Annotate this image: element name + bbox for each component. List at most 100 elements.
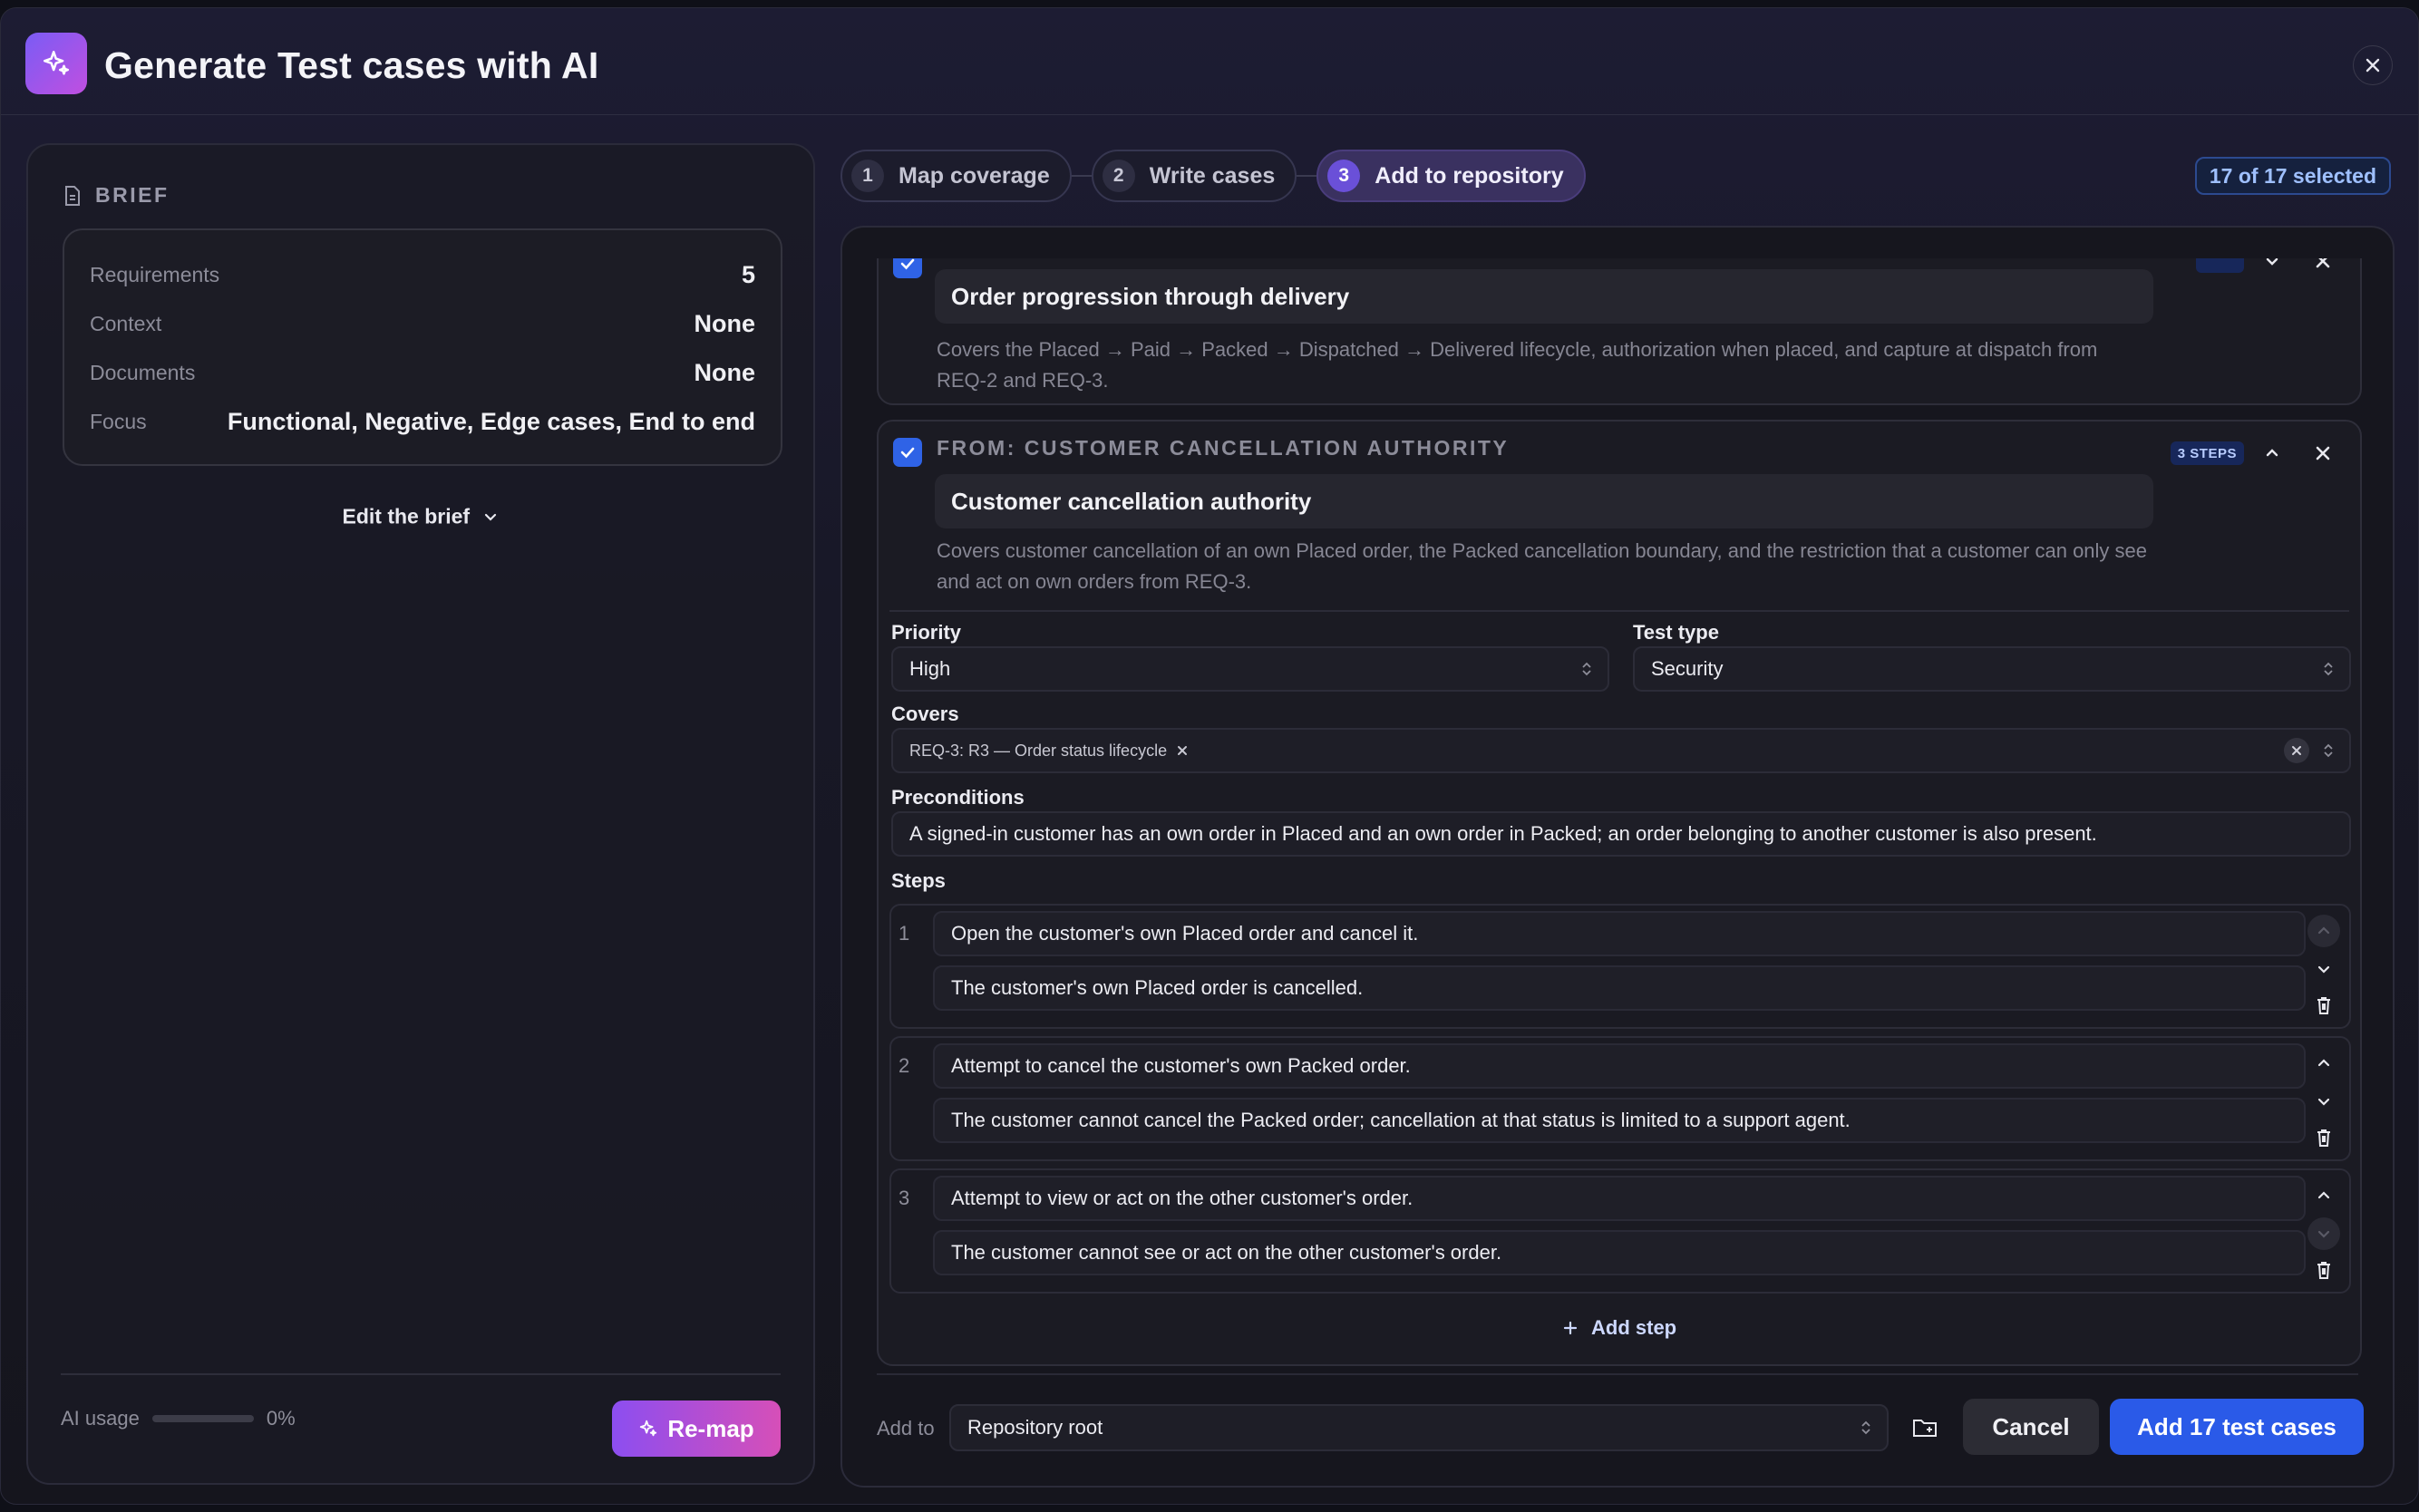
- steps-badge: [2195, 258, 2244, 273]
- remove-case-button[interactable]: [2307, 438, 2338, 469]
- case-description: Covers the Placed → Paid → Packed → Disp…: [937, 338, 2098, 392]
- step-expected-input[interactable]: The customer cannot cancel the Packed or…: [933, 1098, 2306, 1143]
- step-add-to-repository[interactable]: 3 Add to repository: [1316, 150, 1586, 202]
- step-number: 2: [899, 1054, 910, 1077]
- requirement-chip: REQ-3: R3 — Order status lifecycle: [909, 741, 1189, 761]
- chevron-up-icon: [2317, 926, 2330, 935]
- remove-case-button[interactable]: [2307, 258, 2338, 276]
- brief-value: 5: [741, 261, 755, 288]
- step-action-input[interactable]: Attempt to view or act on the other cust…: [933, 1176, 2306, 1221]
- step-expected-input[interactable]: The customer cannot see or act on the ot…: [933, 1230, 2306, 1275]
- step-label: Write cases: [1149, 162, 1276, 189]
- close-modal-button[interactable]: [2353, 45, 2393, 85]
- brief-value: None: [694, 310, 756, 337]
- step-expected-input[interactable]: The customer's own Placed order is cance…: [933, 965, 2306, 1011]
- select-arrows-icon: [1861, 1420, 1870, 1435]
- add-to-label: Add to: [877, 1417, 935, 1439]
- remap-label: Re-map: [667, 1414, 754, 1442]
- move-step-down-button[interactable]: [2307, 953, 2340, 985]
- close-icon: [2366, 58, 2380, 73]
- step-number: 2: [1102, 160, 1135, 192]
- cases-scroll-area[interactable]: Order progression through delivery Cover…: [842, 258, 2393, 1373]
- move-step-down-button[interactable]: [2307, 1217, 2340, 1250]
- test-case-card: FROM: CUSTOMER CANCELLATION AUTHORITY 3 …: [877, 420, 2362, 1366]
- preconditions-label: Preconditions: [891, 786, 1025, 809]
- destination-value: Repository root: [967, 1416, 1103, 1439]
- close-icon: [2316, 258, 2330, 268]
- case-checkbox[interactable]: [893, 438, 922, 467]
- select-arrows-icon: [1582, 662, 1591, 676]
- collapse-button[interactable]: [2257, 438, 2288, 469]
- step-action-input[interactable]: Attempt to cancel the customer's own Pac…: [933, 1043, 2306, 1089]
- brief-value: None: [694, 359, 756, 386]
- step-number: 3: [899, 1187, 910, 1209]
- collapse-button[interactable]: [2257, 258, 2288, 276]
- select-arrows-icon: [2324, 743, 2333, 758]
- chevron-up-icon: [2317, 1191, 2330, 1199]
- add-test-cases-button[interactable]: Add 17 test cases: [2110, 1399, 2364, 1455]
- cancel-button[interactable]: Cancel: [1963, 1399, 2099, 1455]
- brief-key: Context: [90, 312, 162, 335]
- brief-panel: BRIEF Requirements 5 Context None Docume…: [26, 143, 815, 1485]
- test-type-select[interactable]: Security: [1633, 646, 2351, 692]
- test-case-card: Order progression through delivery Cover…: [877, 258, 2362, 405]
- delete-step-button[interactable]: [2307, 989, 2340, 1022]
- priority-select[interactable]: High: [891, 646, 1609, 692]
- brief-row-requirements: Requirements 5: [90, 261, 755, 289]
- wizard-stepper: 1 Map coverage 2 Write cases 3 Add to re…: [840, 150, 1586, 202]
- step-write-cases[interactable]: 2 Write cases: [1091, 150, 1297, 202]
- step-action-input[interactable]: Open the customer's own Placed order and…: [933, 911, 2306, 956]
- sparkles-icon: [640, 1420, 657, 1437]
- preconditions-input[interactable]: A signed-in customer has an own order in…: [891, 811, 2351, 857]
- close-icon: [2316, 446, 2330, 460]
- covers-label: Covers: [891, 703, 959, 725]
- priority-label: Priority: [891, 621, 962, 644]
- case-title-input[interactable]: Order progression through delivery: [935, 269, 2153, 324]
- chevron-down-icon: [485, 513, 497, 521]
- test-type-value: Security: [1651, 657, 1724, 680]
- trash-icon: [2317, 1129, 2330, 1147]
- case-title-input[interactable]: Customer cancellation authority: [935, 474, 2153, 528]
- brief-key: Focus: [90, 410, 147, 433]
- divider: [877, 1373, 2358, 1375]
- brief-summary: Requirements 5 Context None Documents No…: [63, 228, 782, 466]
- step-row: 3 Attempt to view or act on the other cu…: [889, 1168, 2351, 1294]
- divider: [889, 610, 2349, 612]
- brief-row-context: Context None: [90, 310, 755, 338]
- move-step-up-button[interactable]: [2307, 1047, 2340, 1080]
- step-label: Add to repository: [1375, 162, 1564, 189]
- move-step-up-button[interactable]: [2307, 1179, 2340, 1212]
- covers-multiselect[interactable]: REQ-3: R3 — Order status lifecycle: [891, 728, 2351, 773]
- step-map-coverage[interactable]: 1 Map coverage: [840, 150, 1072, 202]
- check-icon: [900, 447, 915, 459]
- case-checkbox[interactable]: [893, 258, 922, 278]
- selection-count-badge: 17 of 17 selected: [2194, 157, 2391, 195]
- step-label: Map coverage: [899, 162, 1050, 189]
- document-icon: [65, 185, 80, 206]
- delete-step-button[interactable]: [2307, 1121, 2340, 1154]
- ai-usage-bar: [151, 1415, 254, 1422]
- brief-row-documents: Documents None: [90, 359, 755, 387]
- destination-select[interactable]: Repository root: [949, 1404, 1889, 1451]
- new-folder-button[interactable]: [1909, 1411, 1941, 1444]
- clear-covers-button[interactable]: [2284, 738, 2309, 763]
- delete-step-button[interactable]: [2307, 1254, 2340, 1286]
- edit-brief-toggle[interactable]: Edit the brief: [28, 503, 813, 528]
- move-step-up-button[interactable]: [2307, 915, 2340, 947]
- brief-label: BRIEF: [95, 183, 170, 207]
- move-step-down-button[interactable]: [2307, 1085, 2340, 1118]
- generate-test-cases-modal: Generate Test cases with AI BRIEF Requir…: [0, 7, 2419, 1505]
- add-step-button[interactable]: Add step: [879, 1315, 2360, 1340]
- brief-value: Functional, Negative, Edge cases, End to…: [227, 408, 755, 435]
- step-row: 2 Attempt to cancel the customer's own P…: [889, 1036, 2351, 1161]
- step-connector: [1071, 175, 1092, 177]
- ai-logo: [25, 33, 87, 94]
- trash-icon: [2317, 997, 2330, 1014]
- chevron-up-icon: [2317, 1059, 2330, 1067]
- remap-button[interactable]: Re-map: [612, 1401, 781, 1457]
- case-source-label: FROM: CUSTOMER CANCELLATION AUTHORITY: [937, 436, 1510, 460]
- ai-usage-label: AI usage: [61, 1407, 140, 1430]
- chevron-down-icon: [2317, 1230, 2330, 1238]
- close-icon[interactable]: [1176, 744, 1189, 757]
- add-step-label: Add step: [1591, 1316, 1677, 1340]
